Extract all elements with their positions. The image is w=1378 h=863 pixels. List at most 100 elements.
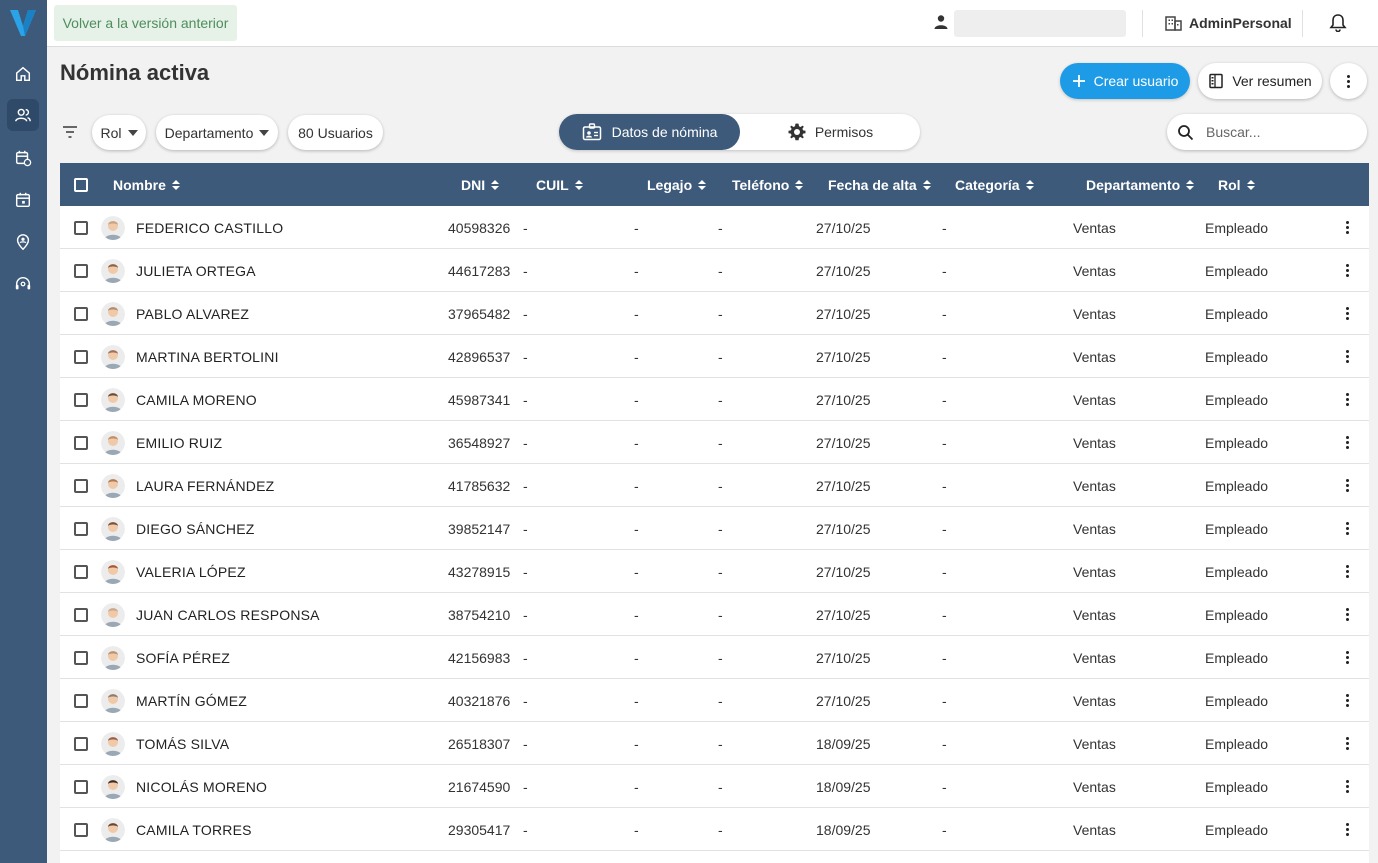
- table-row[interactable]: PABLO ALVAREZ 37965482- - -27/10/25- Ventas E…: [60, 292, 1369, 335]
- row-checkbox[interactable]: [74, 421, 88, 464]
- cell-fecha-alta: 18/09/25: [816, 778, 871, 795]
- user-name[interactable]: SOFÍA PÉREZ: [136, 650, 230, 666]
- user-name[interactable]: LAURA FERNÁNDEZ: [136, 478, 274, 494]
- column-header-fecha-alta[interactable]: Fecha de alta: [828, 163, 931, 206]
- user-name[interactable]: VALERIA LÓPEZ: [136, 564, 246, 580]
- cell-fecha-alta: 27/10/25: [816, 692, 871, 709]
- location-person-icon: [16, 234, 30, 251]
- sidebar-item-users[interactable]: [7, 99, 39, 131]
- tab-permissions[interactable]: Permisos: [740, 114, 920, 150]
- avatar: [101, 421, 125, 464]
- row-checkbox[interactable]: [74, 292, 88, 335]
- row-actions-button[interactable]: [1346, 593, 1349, 636]
- table-row[interactable]: SOFÍA PÉREZ 42156983- - -27/10/25- Ventas Emp…: [60, 636, 1369, 679]
- row-checkbox[interactable]: [74, 593, 88, 636]
- row-checkbox[interactable]: [74, 249, 88, 292]
- table-row[interactable]: NICOLÁS MORENO 21674590- - -18/09/25- Ventas…: [60, 765, 1369, 808]
- table-row[interactable]: MARTINA BERTOLINI 42896537- - -27/10/25- Ven…: [60, 335, 1369, 378]
- column-header-telefono[interactable]: Teléfono: [732, 163, 804, 206]
- row-actions-button[interactable]: [1346, 679, 1349, 722]
- column-header-dni[interactable]: DNI: [461, 163, 500, 206]
- table-row[interactable]: CAMILA TORRES 29305417- - -18/09/25- Ventas E…: [60, 808, 1369, 851]
- table-row[interactable]: DIEGO SÁNCHEZ 39852147- - -27/10/25- Ventas E…: [60, 507, 1369, 550]
- row-actions-button[interactable]: [1346, 421, 1349, 464]
- table-row[interactable]: FEDERICO CASTILLO 40598326- - -27/10/25- Ven…: [60, 206, 1369, 249]
- table-row[interactable]: MARTÍN GÓMEZ 40321876- - -27/10/25- Ventas Em…: [60, 679, 1369, 722]
- sidebar-item-support[interactable]: [7, 268, 39, 300]
- user-name[interactable]: FEDERICO CASTILLO: [136, 220, 283, 236]
- select-all-checkbox[interactable]: [74, 163, 88, 206]
- column-header-rol[interactable]: Rol: [1218, 163, 1255, 206]
- row-actions-button[interactable]: [1346, 636, 1349, 679]
- row-checkbox[interactable]: [74, 722, 88, 765]
- back-to-previous-version-button[interactable]: Volver a la versión anterior: [54, 5, 237, 41]
- user-name[interactable]: MARTÍN GÓMEZ: [136, 693, 247, 709]
- user-name[interactable]: JULIETA ORTEGA: [136, 263, 256, 279]
- column-header-departamento[interactable]: Departamento: [1086, 163, 1195, 206]
- organization-name[interactable]: AdminPersonal: [1189, 15, 1292, 31]
- row-actions-button[interactable]: [1346, 765, 1349, 808]
- table-row[interactable]: TOMÁS SILVA 26518307- - -18/09/25- Ventas Emp…: [60, 722, 1369, 765]
- row-checkbox[interactable]: [74, 679, 88, 722]
- column-header-legajo[interactable]: Legajo: [647, 163, 707, 206]
- user-name[interactable]: PABLO ALVAREZ: [136, 306, 249, 322]
- user-name[interactable]: JUAN CARLOS RESPONSA: [136, 607, 320, 623]
- row-checkbox[interactable]: [74, 765, 88, 808]
- sidebar-item-location[interactable]: [7, 226, 39, 258]
- row-checkbox[interactable]: [74, 335, 88, 378]
- row-actions-button[interactable]: [1346, 249, 1349, 292]
- user-name[interactable]: EMILIO RUIZ: [136, 435, 222, 451]
- row-actions-button[interactable]: [1346, 722, 1349, 765]
- filter-icon[interactable]: [61, 124, 79, 140]
- view-summary-button[interactable]: Ver resumen: [1198, 63, 1322, 99]
- row-actions-button[interactable]: [1346, 335, 1349, 378]
- row-actions-button[interactable]: [1346, 206, 1349, 249]
- user-name[interactable]: MARTINA BERTOLINI: [136, 349, 279, 365]
- role-filter-dropdown[interactable]: Rol: [92, 115, 146, 150]
- user-name-redacted[interactable]: [954, 10, 1126, 37]
- row-checkbox[interactable]: [74, 808, 88, 851]
- app-logo-icon[interactable]: [8, 6, 38, 38]
- column-header-categoria[interactable]: Categoría: [955, 163, 1034, 206]
- more-options-button[interactable]: [1330, 63, 1367, 99]
- row-actions-button[interactable]: [1346, 292, 1349, 335]
- table-row[interactable]: CAMILA MORENO 45987341- - -27/10/25- Ventas E…: [60, 378, 1369, 421]
- row-checkbox[interactable]: [74, 378, 88, 421]
- cell-telefono: -: [718, 262, 723, 279]
- user-name[interactable]: CAMILA TORRES: [136, 822, 252, 838]
- column-header-nombre[interactable]: Nombre: [113, 163, 180, 206]
- notifications-bell-icon[interactable]: [1329, 13, 1347, 32]
- table-row[interactable]: EMILIO RUIZ 36548927- - -27/10/25- Ventas Emp…: [60, 421, 1369, 464]
- row-checkbox[interactable]: [74, 464, 88, 507]
- cell-cuil: -: [523, 391, 528, 408]
- cell-rol: Empleado: [1205, 606, 1269, 623]
- sidebar-item-calendar-schedule[interactable]: [7, 142, 39, 174]
- row-actions-button[interactable]: [1346, 550, 1349, 593]
- row-checkbox[interactable]: [74, 636, 88, 679]
- user-name[interactable]: NICOLÁS MORENO: [136, 779, 267, 795]
- table-row[interactable]: JULIETA ORTEGA 44617283- - -27/10/25- Ventas…: [60, 249, 1369, 292]
- row-actions-button[interactable]: [1346, 378, 1349, 421]
- cell-legajo: -: [634, 262, 639, 279]
- user-name[interactable]: TOMÁS SILVA: [136, 736, 229, 752]
- user-count-badge[interactable]: 80 Usuarios: [288, 115, 383, 150]
- column-header-cuil[interactable]: CUIL: [536, 163, 583, 206]
- row-actions-button[interactable]: [1346, 464, 1349, 507]
- row-actions-button[interactable]: [1346, 507, 1349, 550]
- tab-payroll-data[interactable]: Datos de nómina: [559, 114, 740, 150]
- user-name[interactable]: DIEGO SÁNCHEZ: [136, 521, 255, 537]
- row-checkbox[interactable]: [74, 550, 88, 593]
- department-filter-dropdown[interactable]: Departamento: [156, 115, 278, 150]
- avatar-icon: [101, 645, 125, 670]
- table-row[interactable]: VALERIA LÓPEZ 43278915- - -27/10/25- Ventas E…: [60, 550, 1369, 593]
- row-checkbox[interactable]: [74, 206, 88, 249]
- row-actions-button[interactable]: [1346, 808, 1349, 851]
- table-row[interactable]: JUAN CARLOS RESPONSA 38754210- - -27/10/25-…: [60, 593, 1369, 636]
- user-name[interactable]: CAMILA MORENO: [136, 392, 257, 408]
- table-row[interactable]: LAURA FERNÁNDEZ 41785632- - -27/10/25- Venta…: [60, 464, 1369, 507]
- sidebar-item-calendar[interactable]: [7, 184, 39, 216]
- create-user-button[interactable]: Crear usuario: [1060, 63, 1190, 99]
- search-input[interactable]: [1206, 124, 1356, 140]
- sidebar-item-home[interactable]: [7, 58, 39, 90]
- row-checkbox[interactable]: [74, 507, 88, 550]
